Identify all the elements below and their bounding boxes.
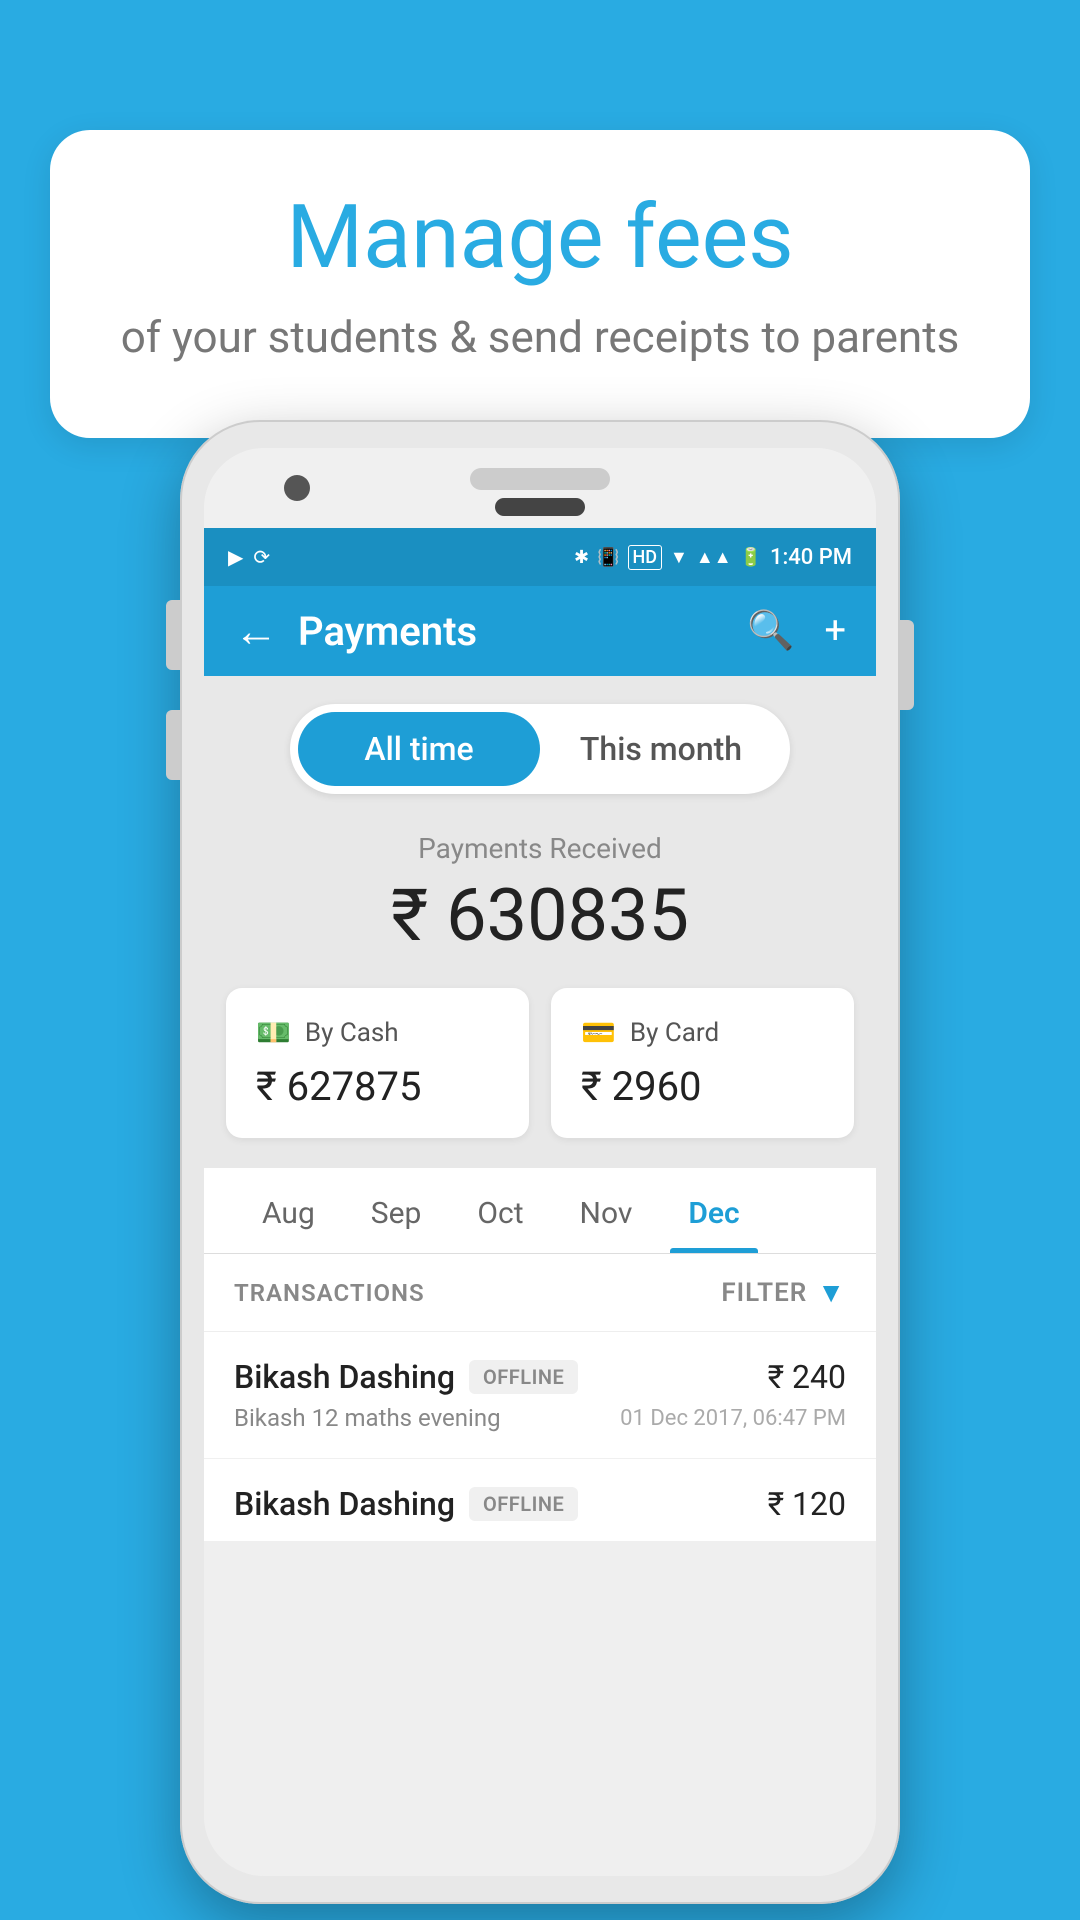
tab-oct[interactable]: Oct [449, 1168, 551, 1253]
tx-top-1: Bikash Dashing OFFLINE ₹ 240 [234, 1358, 846, 1396]
tx-bottom-1: Bikash 12 maths evening 01 Dec 2017, 06:… [234, 1404, 846, 1432]
phone-mockup: ▶ ⟳ ✱ 📳 HD ▼ ▲▲ 🔋 1:40 PM ← Payments [180, 420, 900, 1904]
app-bar: ← Payments 🔍 + [204, 586, 876, 676]
tx-amount-2: ₹ 120 [768, 1485, 846, 1523]
tx-badge-1: OFFLINE [469, 1360, 578, 1394]
tx-badge-2: OFFLINE [469, 1487, 578, 1521]
sync-icon: ⟳ [253, 545, 270, 569]
phone-inner: ▶ ⟳ ✱ 📳 HD ▼ ▲▲ 🔋 1:40 PM ← Payments [204, 448, 876, 1876]
tab-dec[interactable]: Dec [660, 1168, 767, 1253]
screen-content: All time This month Payments Received ₹ … [204, 676, 876, 1876]
cash-card-header: 💵 By Cash [256, 1016, 499, 1049]
payments-section: Payments Received ₹ 630835 [204, 822, 876, 988]
tx-name-row-1: Bikash Dashing OFFLINE [234, 1358, 578, 1396]
toggle-pill: All time This month [290, 704, 790, 794]
status-left: ▶ ⟳ [228, 545, 270, 569]
tx-name-row-2: Bikash Dashing OFFLINE [234, 1485, 578, 1523]
vibrate-icon: 📳 [597, 547, 619, 568]
phone-speaker [470, 468, 610, 490]
tx-date-1: 01 Dec 2017, 06:47 PM [620, 1406, 846, 1431]
phone-outer: ▶ ⟳ ✱ 📳 HD ▼ ▲▲ 🔋 1:40 PM ← Payments [180, 420, 900, 1904]
table-row: Bikash Dashing OFFLINE ₹ 240 Bikash 12 m… [204, 1332, 876, 1459]
all-time-tab[interactable]: All time [298, 712, 540, 786]
back-button[interactable]: ← [234, 605, 278, 657]
wifi-icon: ▼ [670, 547, 688, 568]
status-right: ✱ 📳 HD ▼ ▲▲ 🔋 1:40 PM [574, 545, 852, 570]
card-icon: 💳 [581, 1016, 616, 1049]
payments-amount: ₹ 630835 [234, 873, 846, 958]
transactions-label: TRANSACTIONS [234, 1279, 425, 1307]
status-bar: ▶ ⟳ ✱ 📳 HD ▼ ▲▲ 🔋 1:40 PM [204, 528, 876, 586]
cash-amount: ₹ 627875 [256, 1063, 499, 1110]
tab-sep[interactable]: Sep [343, 1168, 450, 1253]
this-month-tab[interactable]: This month [540, 712, 782, 786]
tx-name-1: Bikash Dashing [234, 1358, 455, 1396]
by-card-card: 💳 By Card ₹ 2960 [551, 988, 854, 1138]
signal-icon: ▲▲ [696, 547, 732, 568]
card-card-header: 💳 By Card [581, 1016, 824, 1049]
hero-card: Manage fees of your students & send rece… [50, 130, 1030, 438]
card-label: By Card [630, 1018, 719, 1048]
payment-cards: 💵 By Cash ₹ 627875 💳 By Card ₹ 2960 [204, 988, 876, 1168]
tx-name-2: Bikash Dashing [234, 1485, 455, 1523]
filter-icon: ▼ [817, 1276, 846, 1309]
tx-top-2: Bikash Dashing OFFLINE ₹ 120 [234, 1485, 846, 1523]
search-button[interactable]: 🔍 [747, 609, 794, 653]
card-amount: ₹ 2960 [581, 1063, 824, 1110]
table-row: Bikash Dashing OFFLINE ₹ 120 [204, 1459, 876, 1541]
tab-aug[interactable]: Aug [234, 1168, 343, 1253]
tab-nov[interactable]: Nov [552, 1168, 661, 1253]
tx-sub-1: Bikash 12 maths evening [234, 1404, 501, 1432]
month-tabs: Aug Sep Oct Nov Dec [204, 1168, 876, 1254]
hero-subtitle: of your students & send receipts to pare… [120, 307, 960, 369]
cash-label: By Cash [305, 1018, 399, 1048]
filter-label: FILTER [721, 1278, 807, 1308]
hd-badge: HD [628, 545, 663, 570]
toggle-section: All time This month [204, 676, 876, 822]
hero-title: Manage fees [120, 190, 960, 287]
play-icon: ▶ [228, 545, 243, 569]
bt-icon: ✱ [574, 547, 589, 568]
cash-icon: 💵 [256, 1016, 291, 1049]
app-title: Payments [298, 608, 747, 655]
add-button[interactable]: + [824, 609, 846, 653]
app-bar-actions: 🔍 + [747, 609, 846, 653]
transactions-header: TRANSACTIONS FILTER ▼ [204, 1254, 876, 1332]
battery-icon: 🔋 [740, 547, 762, 568]
time: 1:40 PM [770, 545, 852, 570]
by-cash-card: 💵 By Cash ₹ 627875 [226, 988, 529, 1138]
payments-label: Payments Received [234, 832, 846, 865]
filter-button[interactable]: FILTER ▼ [721, 1276, 846, 1309]
phone-earpiece [495, 498, 585, 516]
phone-hardware [204, 448, 876, 528]
phone-camera [284, 475, 310, 501]
tx-amount-1: ₹ 240 [768, 1358, 846, 1396]
